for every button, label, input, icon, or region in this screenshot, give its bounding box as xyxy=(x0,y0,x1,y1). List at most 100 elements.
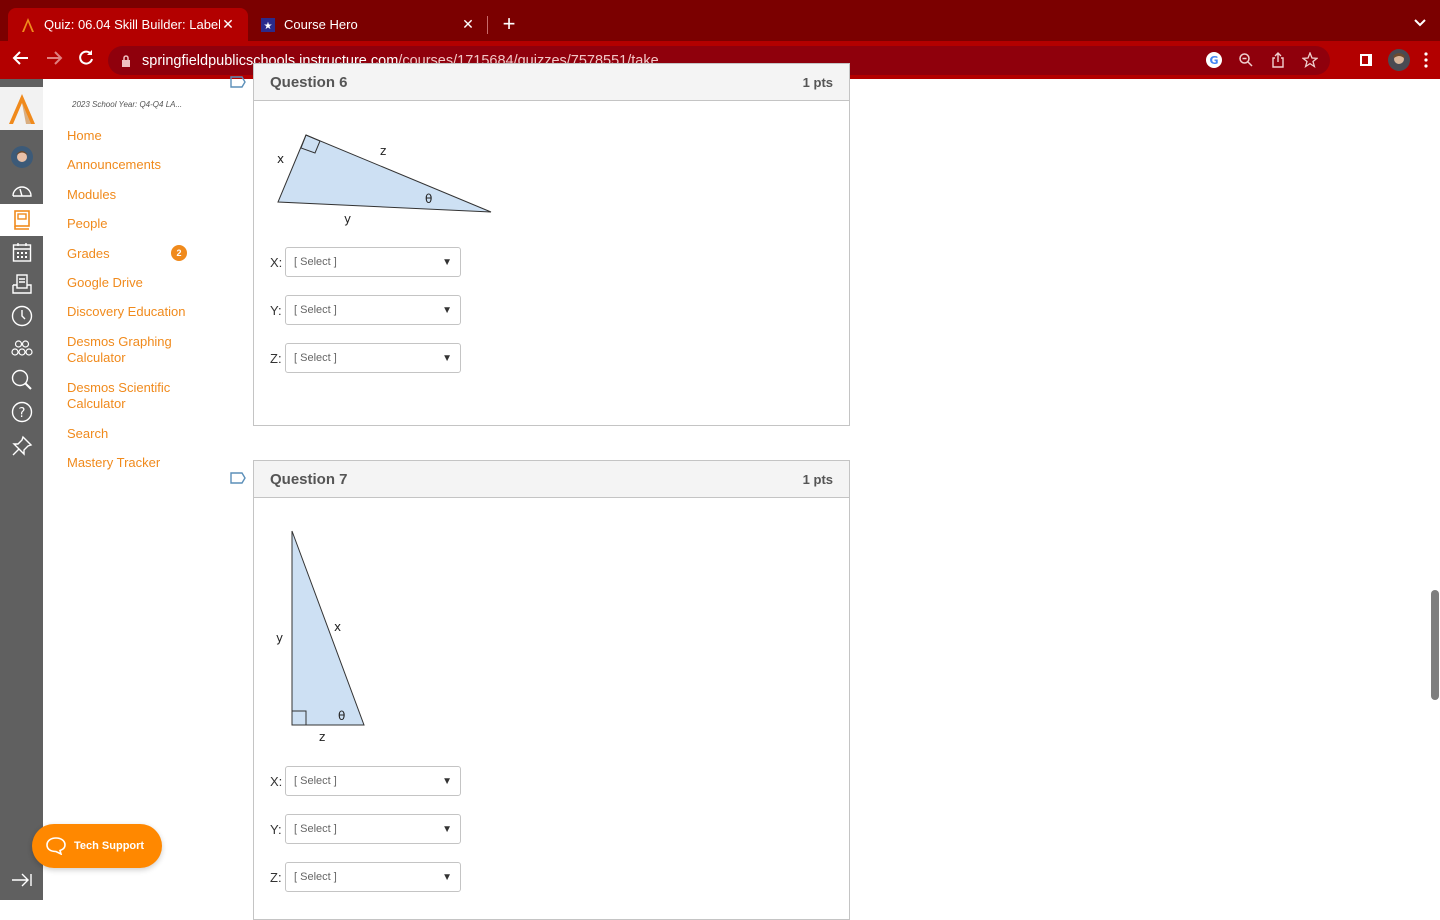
help-icon: ? xyxy=(11,401,32,423)
flag-question-7-icon[interactable] xyxy=(230,472,246,484)
course-nav-announcements[interactable]: Announcements xyxy=(67,157,161,173)
canvas-logo-icon xyxy=(20,17,36,33)
collapse-arrow-icon xyxy=(11,873,32,887)
select-value: [ Select ] xyxy=(294,823,337,835)
tab-search-chevron-icon[interactable] xyxy=(1414,14,1426,30)
select-x-dropdown[interactable]: [ Select ] ▼ xyxy=(285,247,461,277)
zoom-out-icon[interactable] xyxy=(1236,50,1256,70)
global-navigation: ? xyxy=(0,79,43,900)
pin-icon xyxy=(11,435,32,456)
select-z-dropdown[interactable]: [ Select ] ▼ xyxy=(285,343,461,373)
question-title: Question 7 xyxy=(270,470,348,488)
course-hero-icon: ★ xyxy=(260,17,276,33)
svg-text:G: G xyxy=(1209,54,1218,67)
course-nav-home[interactable]: Home xyxy=(67,128,102,144)
chevron-down-icon: ▼ xyxy=(442,256,452,268)
tab-course-hero[interactable]: ★ Course Hero ✕ xyxy=(248,8,488,41)
global-nav-history[interactable] xyxy=(0,300,43,332)
tab-title: Quiz: 06.04 Skill Builder: Label xyxy=(44,17,220,32)
term-label: 2023 School Year: Q4-Q4 LA... xyxy=(72,100,183,109)
select-z-dropdown[interactable]: [ Select ] ▼ xyxy=(285,862,461,892)
question-6: Question 6 1 pts x z θ y X: [ Select ] ▼ … xyxy=(253,63,850,426)
courses-icon xyxy=(13,210,30,230)
page-scrollbar[interactable] xyxy=(1431,590,1439,700)
answer-row-x: X: [ Select ] ▼ xyxy=(270,247,461,277)
course-nav-search[interactable]: Search xyxy=(67,426,108,442)
global-nav-inbox[interactable] xyxy=(0,268,43,300)
answer-row-z: Z: [ Select ] ▼ xyxy=(270,343,461,373)
answer-label: Z: xyxy=(270,869,282,885)
bookmark-star-icon[interactable] xyxy=(1300,50,1320,70)
course-nav-discovery-education[interactable]: Discovery Education xyxy=(67,304,186,320)
course-nav-modules[interactable]: Modules xyxy=(67,187,116,203)
answer-label: X: xyxy=(270,254,283,270)
back-button[interactable] xyxy=(10,49,32,71)
global-nav-search[interactable] xyxy=(0,364,43,396)
close-tab-icon[interactable]: ✕ xyxy=(220,16,236,33)
course-nav-grades[interactable]: Grades xyxy=(67,246,110,262)
select-x-dropdown[interactable]: [ Select ] ▼ xyxy=(285,766,461,796)
course-nav-mastery-tracker[interactable]: Mastery Tracker xyxy=(67,455,160,471)
side-label-z: z xyxy=(319,730,325,744)
tab-quiz[interactable]: Quiz: 06.04 Skill Builder: Label ✕ xyxy=(8,8,248,41)
chat-bubble-icon xyxy=(46,837,66,855)
profile-avatar[interactable] xyxy=(1388,49,1410,76)
course-nav-desmos-graphing[interactable]: Desmos Graphing Calculator xyxy=(67,334,187,366)
svg-text:?: ? xyxy=(18,406,25,421)
answer-label: X: xyxy=(270,773,283,789)
triangle-shape xyxy=(291,530,365,726)
side-panel-icon[interactable] xyxy=(1358,52,1374,73)
question-points: 1 pts xyxy=(802,471,833,487)
global-nav-account[interactable] xyxy=(0,141,43,173)
course-nav-google-drive[interactable]: Google Drive xyxy=(67,275,143,291)
select-value: [ Select ] xyxy=(294,352,337,364)
canvas-logo[interactable] xyxy=(0,87,43,130)
browser-menu-icon[interactable] xyxy=(1424,52,1428,73)
chevron-down-icon: ▼ xyxy=(442,871,452,883)
side-label-x: x xyxy=(277,152,284,166)
tab-title: Course Hero xyxy=(284,17,358,32)
new-tab-button[interactable]: + xyxy=(498,12,520,36)
answer-label: Y: xyxy=(270,821,282,837)
clock-icon xyxy=(11,305,32,327)
reload-button[interactable] xyxy=(75,49,97,71)
select-value: [ Select ] xyxy=(294,871,337,883)
global-nav-pin[interactable] xyxy=(0,430,43,462)
tech-support-button[interactable]: Tech Support xyxy=(32,824,162,868)
global-nav-dashboard[interactable] xyxy=(0,174,43,206)
question-7-header: Question 7 1 pts xyxy=(254,461,849,498)
select-y-dropdown[interactable]: [ Select ] ▼ xyxy=(285,814,461,844)
answer-label: Y: xyxy=(270,302,282,318)
course-nav-desmos-scientific[interactable]: Desmos Scientific Calculator xyxy=(67,380,187,412)
triangle-figure-q7: y x θ z xyxy=(276,530,365,744)
search-icon xyxy=(11,369,32,390)
share-icon[interactable] xyxy=(1268,50,1288,70)
angle-label-theta: θ xyxy=(425,192,432,206)
answer-row-y: Y: [ Select ] ▼ xyxy=(270,295,461,325)
svg-text:★: ★ xyxy=(264,21,273,32)
collapse-nav-button[interactable] xyxy=(0,868,43,892)
select-y-dropdown[interactable]: [ Select ] ▼ xyxy=(285,295,461,325)
forward-button[interactable] xyxy=(43,49,65,71)
global-nav-help[interactable]: ? xyxy=(0,396,43,428)
course-nav-people[interactable]: People xyxy=(67,216,107,232)
angle-label-theta: θ xyxy=(338,709,345,723)
global-nav-groups[interactable] xyxy=(0,332,43,364)
triangle-figure-q6: x z θ y xyxy=(277,134,492,226)
select-value: [ Select ] xyxy=(294,775,337,787)
chevron-down-icon: ▼ xyxy=(442,304,452,316)
question-title: Question 6 xyxy=(270,73,348,91)
tab-separator xyxy=(487,16,488,34)
google-icon[interactable]: G xyxy=(1204,50,1224,70)
global-nav-courses[interactable] xyxy=(0,204,43,236)
course-navigation: 2023 School Year: Q4-Q4 LA... Home Annou… xyxy=(43,79,233,900)
flag-question-6-icon[interactable] xyxy=(230,76,246,88)
answer-row-x: X: [ Select ] ▼ xyxy=(270,766,461,796)
groups-icon xyxy=(10,340,33,356)
global-nav-calendar[interactable] xyxy=(0,236,43,268)
close-tab-icon[interactable]: ✕ xyxy=(460,16,476,33)
side-label-x: x xyxy=(334,620,341,634)
dashboard-icon xyxy=(11,186,32,197)
select-value: [ Select ] xyxy=(294,256,337,268)
question-7: Question 7 1 pts y x θ z X: [ Select ] ▼ … xyxy=(253,460,850,920)
